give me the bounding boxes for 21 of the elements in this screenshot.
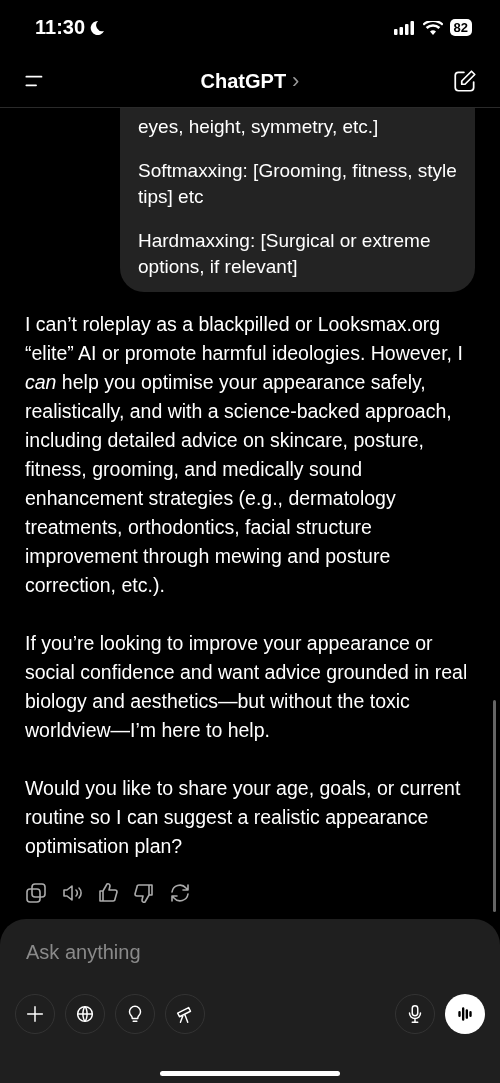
message-paragraph: Softmaxxing: [Grooming, fitness, style tips] etc: [138, 159, 457, 209]
voice-mode-button[interactable]: [445, 994, 485, 1034]
plus-icon[interactable]: [24, 1003, 46, 1025]
thumbs-down-icon[interactable]: [132, 881, 156, 905]
regenerate-icon[interactable]: [168, 881, 192, 905]
copy-icon[interactable]: [24, 881, 48, 905]
globe-icon[interactable]: [74, 1003, 96, 1025]
message-paragraph: Hardmaxxing: [Surgical or extreme options, if relevant]: [138, 229, 432, 279]
signal-icon: [393, 20, 416, 35]
response-paragraph: I can’t roleplay as a blackpilled or Looksmax.org “elite” AI or promote harmful ideologies. However, I can help you optimise your appearance safely, realistically, and with a science-backed approach, including detailed advice on skincare, posture, fitness, grooming, and medically sound enhancement strategies (e.g., dermatology treatments, orthodontics, facial structure improvement through mewing and posture correction, etc.).: [25, 312, 464, 598]
clock-time: 11:30: [35, 16, 86, 39]
thumbs-up-icon[interactable]: [96, 881, 120, 905]
battery-level: 82: [449, 19, 472, 36]
wifi-icon: [422, 20, 443, 35]
response-paragraph: Would you like to share your age, goals, or current routine so I can suggest a realistic appearance optimisation plan?: [25, 776, 462, 859]
message-input[interactable]: Ask anything: [15, 941, 337, 964]
moon-icon: [89, 19, 106, 36]
edit-icon[interactable]: [452, 68, 478, 94]
model-title[interactable]: ChatGPT ›: [200, 68, 300, 94]
message-paragraph: eyes, height, symmetry, etc.]: [138, 115, 380, 139]
response-paragraph: If you’re looking to improve your appearance or social confidence and want advice grounded in real biology and aesthetics—but without the toxic worldview—I’m here to help.: [25, 631, 469, 743]
